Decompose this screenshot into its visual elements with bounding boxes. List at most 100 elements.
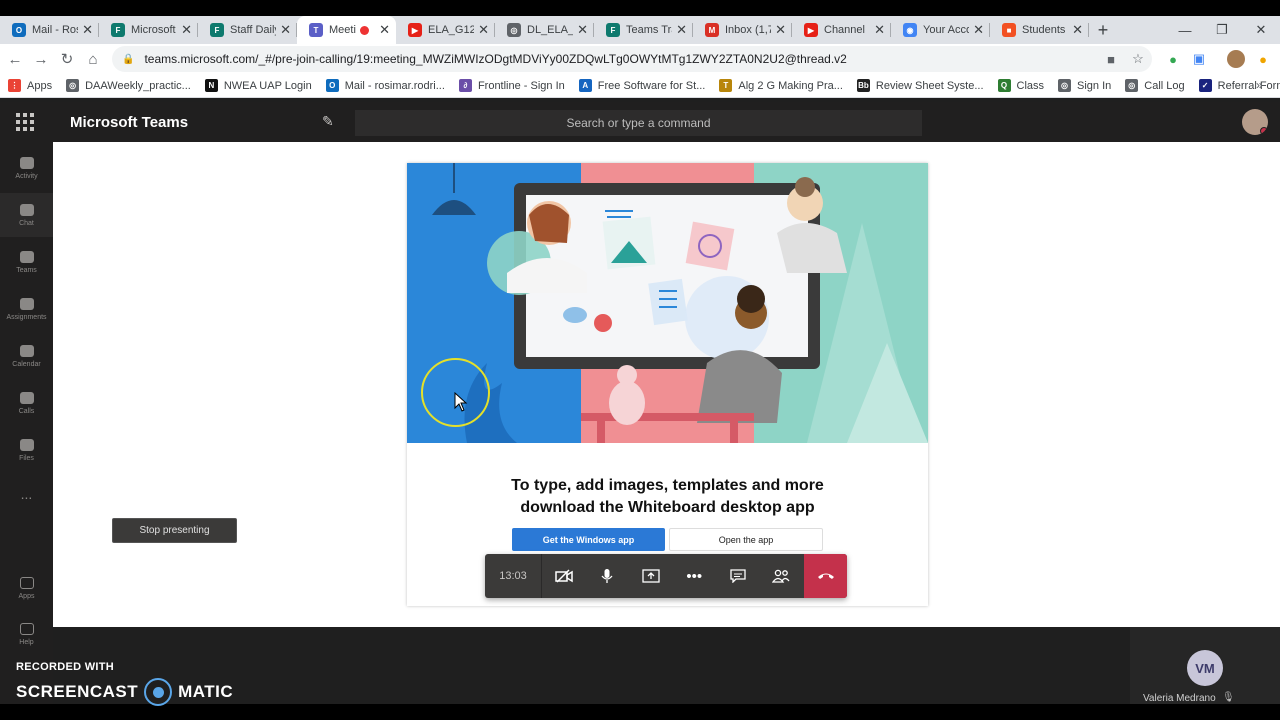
new-chat-icon[interactable]: ✎	[322, 113, 334, 130]
url-field[interactable]: 🔒 teams.microsoft.com/_#/pre-join-callin…	[112, 46, 1152, 72]
camera-blocked-icon[interactable]: ■	[1100, 48, 1122, 70]
rail-item-help[interactable]: Help	[0, 612, 53, 656]
bookmark-item[interactable]: ◎ Sign In	[1058, 79, 1111, 92]
bookmark-item[interactable]: T Alg 2 G Making Pra...	[719, 79, 843, 92]
rail-item-calendar[interactable]: Calendar	[0, 334, 53, 378]
tab-close-icon[interactable]: ✕	[478, 22, 489, 38]
share-screen-icon[interactable]	[629, 554, 673, 598]
browser-tab[interactable]: O Mail - Ros ✕	[0, 16, 99, 44]
rail-item-calls[interactable]: Calls	[0, 381, 53, 425]
url-text: teams.microsoft.com/_#/pre-join-calling/…	[144, 52, 847, 66]
bookmark-item[interactable]: O Mail - rosimar.rodri...	[325, 79, 445, 92]
left-app-rail: Activity Chat Teams Assignments Calendar Call…	[0, 142, 53, 704]
bookmark-item[interactable]: Bb Review Sheet Syste...	[856, 79, 984, 92]
browser-tab[interactable]: M Inbox (1,7 ✕	[693, 16, 792, 44]
tab-close-icon[interactable]: ✕	[181, 22, 192, 38]
bookmark-label: Apps	[27, 79, 53, 92]
microphone-icon[interactable]	[586, 554, 630, 598]
tab-close-icon[interactable]: ✕	[973, 22, 984, 38]
bookmark-label: Review Sheet Syste...	[875, 79, 984, 92]
bookmark-star-icon[interactable]: ☆	[1127, 48, 1149, 70]
rail-item-assignments[interactable]: Assignments	[0, 287, 53, 331]
bookmark-label: NWEA UAP Login	[223, 79, 312, 92]
more-actions-icon[interactable]: •••	[673, 554, 717, 598]
browser-tab[interactable]: T Meeti ✕	[297, 16, 396, 44]
tab-close-icon[interactable]: ✕	[280, 22, 291, 38]
search-input[interactable]: Search or type a command	[355, 110, 922, 136]
rail-item-teams[interactable]: Teams	[0, 240, 53, 284]
tab-label: Meeti	[329, 24, 356, 36]
lock-icon: 🔒	[122, 53, 135, 65]
browser-tab[interactable]: F Teams Tra ✕	[594, 16, 693, 44]
extension-grammarly-icon[interactable]: ●	[1162, 48, 1184, 70]
tab-label: Students	[1022, 24, 1066, 36]
browser-tab[interactable]: ■ Students ✕	[990, 16, 1089, 44]
browser-tab[interactable]: ▶ ELA_G12_✕	[396, 16, 495, 44]
chat-icon[interactable]	[716, 554, 760, 598]
bookmark-label: Sign In	[1077, 79, 1112, 92]
tab-label: Microsoft	[131, 24, 176, 36]
maximize-button[interactable]: ❐	[1203, 16, 1241, 44]
participants-icon[interactable]	[760, 554, 804, 598]
chrome-update-icon[interactable]: ●	[1252, 48, 1274, 70]
browser-tab[interactable]: ▶ Channel ✕	[792, 16, 891, 44]
tab-favicon-icon: T	[309, 23, 323, 37]
tab-close-icon[interactable]: ✕	[874, 22, 885, 38]
bookmark-favicon-icon: ✓	[1198, 79, 1212, 92]
browser-tab[interactable]: F Microsoft ✕	[99, 16, 198, 44]
rail-item-files[interactable]: Files	[0, 428, 53, 472]
bookmark-item[interactable]: A Free Software for St...	[578, 79, 705, 92]
user-avatar[interactable]	[1242, 109, 1268, 135]
whiteboard-title: To type, add images, templates and more …	[407, 475, 928, 519]
window-close-button[interactable]: ✕	[1242, 16, 1280, 44]
minimize-button[interactable]: —	[1166, 16, 1204, 44]
hang-up-icon[interactable]	[804, 554, 847, 598]
get-windows-app-button[interactable]: Get the Windows app	[512, 528, 665, 551]
files-icon	[19, 438, 34, 451]
browser-tab[interactable]: ◎ DL_ELA_1 ✕	[495, 16, 594, 44]
profile-avatar[interactable]	[1225, 48, 1247, 70]
bookmark-item[interactable]: N NWEA UAP Login	[204, 79, 312, 92]
bookmark-favicon-icon: N	[204, 79, 218, 92]
browser-tab[interactable]: ◉ Your Acco ✕	[891, 16, 990, 44]
tab-close-icon[interactable]: ✕	[676, 22, 687, 38]
tab-close-icon[interactable]: ✕	[577, 22, 588, 38]
rail-item-apps[interactable]: Apps	[0, 566, 53, 610]
bookmark-favicon-icon: ◎	[1058, 79, 1072, 92]
bookmarks-overflow-icon[interactable]: »	[1256, 78, 1263, 92]
extension-screencast-icon[interactable]: ▣	[1188, 48, 1210, 70]
tab-close-icon[interactable]: ✕	[775, 22, 786, 38]
rail-item-label: Teams	[16, 266, 37, 274]
forward-arrow-icon[interactable]: →	[28, 46, 54, 72]
camera-off-icon[interactable]	[542, 554, 586, 598]
browser-tab[interactable]: F Staff Daily ✕	[198, 16, 297, 44]
back-arrow-icon[interactable]: ←	[2, 46, 28, 72]
tab-close-icon[interactable]: ✕	[379, 22, 390, 38]
bookmarks-bar: ⋮ Apps ◎ DAAWeekly_practic... N NWEA UAP Logi…	[0, 74, 1280, 98]
rail-item-chat[interactable]: Chat	[0, 193, 53, 237]
browser-tab-strip: O Mail - Ros ✕ F Microsoft ✕ F Staff Daily ✕ T Mee…	[0, 16, 1280, 44]
rail-item-activity[interactable]: Activity	[0, 146, 53, 190]
bookmark-item[interactable]: ◎ DAAWeekly_practic...	[66, 79, 191, 92]
rail-item-label: Help	[19, 638, 34, 646]
bookmark-favicon-icon: Bb	[856, 79, 870, 92]
bookmark-item[interactable]: ✓ Referral Form	[1198, 79, 1280, 92]
bookmark-favicon-icon: T	[719, 79, 733, 92]
bookmark-item[interactable]: Q Class	[997, 79, 1044, 92]
bookmark-label: Alg 2 G Making Pra...	[738, 79, 843, 92]
bookmark-item[interactable]: ⋮ Apps	[8, 79, 52, 92]
new-tab-button[interactable]: +	[1089, 16, 1117, 44]
rail-item-label: Apps	[18, 592, 35, 600]
stop-presenting-button[interactable]: Stop presenting	[112, 518, 237, 543]
tab-close-icon[interactable]: ✕	[82, 22, 93, 38]
app-launcher-icon[interactable]	[16, 113, 34, 131]
reload-icon[interactable]: ↻	[54, 46, 80, 72]
rail-more-icon[interactable]: ...	[0, 472, 53, 516]
watermark-line1: RECORDED WITH	[16, 661, 115, 673]
open-app-button[interactable]: Open the app	[669, 528, 823, 551]
bookmark-label: Frontline - Sign In	[477, 79, 565, 92]
bookmark-item[interactable]: ∂ Frontline - Sign In	[458, 79, 565, 92]
bookmark-item[interactable]: ◎ Call Log	[1125, 79, 1185, 92]
home-icon[interactable]: ⌂	[80, 46, 106, 72]
tab-close-icon[interactable]: ✕	[1072, 22, 1083, 38]
